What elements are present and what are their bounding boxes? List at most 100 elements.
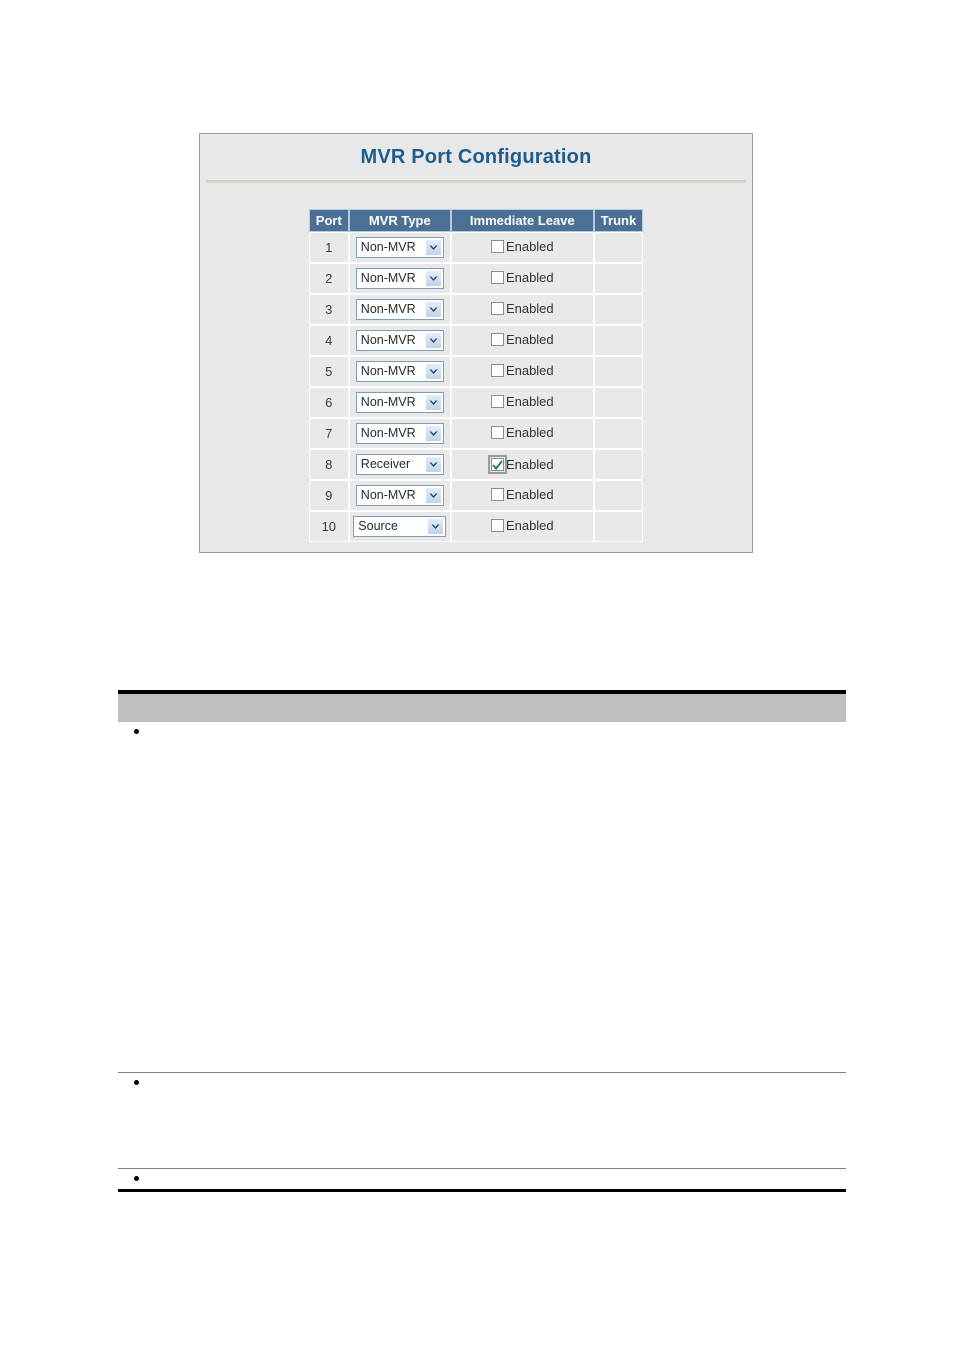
chevron-down-icon[interactable]: [424, 363, 442, 380]
mvr-type-select[interactable]: Source: [353, 516, 447, 537]
mvr-type-selected-value: Non-MVR: [360, 240, 416, 254]
immediate-leave-label: Enabled: [505, 424, 554, 440]
column-header-mvr-type: MVR Type: [348, 209, 451, 232]
trunk-cell: [593, 449, 644, 480]
checkbox-unchecked-icon[interactable]: [490, 271, 504, 285]
checkbox-unchecked-icon[interactable]: [490, 395, 504, 409]
immediate-leave-control[interactable]: Enabled: [490, 393, 554, 410]
mvr-type-selected-value: Non-MVR: [360, 488, 416, 502]
chevron-down-icon[interactable]: [424, 270, 442, 287]
list-item: [118, 722, 846, 742]
immediate-leave-cell: Enabled: [450, 263, 594, 294]
immediate-leave-cell: Enabled: [450, 449, 594, 480]
checkbox-unchecked-icon[interactable]: [490, 426, 504, 440]
panel-body: Port MVR Type Immediate Leave Trunk 1 Non…: [200, 183, 752, 542]
list-item: [118, 1073, 846, 1093]
table-row: 5 Non-MVR Enabled: [308, 356, 644, 387]
port-number-cell: 6: [308, 387, 349, 418]
bullet-icon: [134, 729, 139, 734]
mvr-type-selected-value: Source: [358, 519, 398, 533]
mvr-type-select[interactable]: Non-MVR: [355, 237, 444, 258]
mvr-type-selected-value: Non-MVR: [360, 333, 416, 347]
checkbox-unchecked-icon[interactable]: [490, 240, 504, 254]
chevron-down-icon[interactable]: [424, 394, 442, 411]
mvr-type-selected-value: Non-MVR: [360, 364, 416, 378]
immediate-leave-control[interactable]: Enabled: [487, 455, 554, 474]
mvr-type-select[interactable]: Non-MVR: [355, 361, 444, 382]
mvr-type-cell: Source: [348, 511, 451, 542]
column-header-immediate-leave: Immediate Leave: [450, 209, 594, 232]
immediate-leave-control[interactable]: Enabled: [490, 486, 554, 503]
chevron-down-icon[interactable]: [424, 301, 442, 318]
immediate-leave-label: Enabled: [505, 393, 554, 409]
table-row: 10 Source Enabled: [308, 511, 644, 542]
table-header-row: Port MVR Type Immediate Leave Trunk: [308, 209, 644, 232]
column-header-port: Port: [308, 209, 349, 232]
immediate-leave-label: Enabled: [505, 517, 554, 533]
immediate-leave-label: Enabled: [505, 456, 554, 472]
immediate-leave-control[interactable]: Enabled: [490, 517, 554, 534]
immediate-leave-label: Enabled: [505, 300, 554, 316]
mvr-type-selected-value: Non-MVR: [360, 271, 416, 285]
checkbox-unchecked-icon[interactable]: [490, 488, 504, 502]
mvr-type-cell: Receiver: [348, 449, 451, 480]
chevron-down-icon[interactable]: [424, 239, 442, 256]
mvr-type-select[interactable]: Non-MVR: [355, 268, 444, 289]
mvr-type-cell: Non-MVR: [348, 232, 451, 263]
immediate-leave-control[interactable]: Enabled: [490, 363, 554, 379]
mvr-port-configuration-table: Port MVR Type Immediate Leave Trunk 1 Non…: [308, 209, 644, 542]
checkbox-unchecked-icon[interactable]: [490, 519, 504, 533]
table-row: 1 Non-MVR Enabled: [308, 232, 644, 263]
trunk-cell: [593, 418, 644, 449]
mvr-type-cell: Non-MVR: [348, 263, 451, 294]
mvr-type-selected-value: Non-MVR: [360, 395, 416, 409]
immediate-leave-control[interactable]: Enabled: [490, 332, 554, 348]
chevron-down-icon[interactable]: [424, 425, 442, 442]
mvr-type-select[interactable]: Non-MVR: [355, 299, 444, 320]
port-number-cell: 1: [308, 232, 349, 263]
checkbox-unchecked-icon[interactable]: [490, 302, 504, 316]
immediate-leave-label: Enabled: [505, 269, 554, 285]
checkbox-unchecked-icon[interactable]: [490, 364, 504, 378]
port-number-cell: 7: [308, 418, 349, 449]
column-header-trunk: Trunk: [593, 209, 644, 232]
mvr-type-select[interactable]: Non-MVR: [355, 423, 444, 444]
mvr-type-cell: Non-MVR: [348, 356, 451, 387]
port-number-cell: 10: [308, 511, 349, 542]
document-body: [118, 690, 846, 1192]
immediate-leave-cell: Enabled: [450, 325, 594, 356]
chevron-down-icon[interactable]: [427, 518, 445, 535]
immediate-leave-control[interactable]: Enabled: [490, 424, 554, 441]
mvr-type-cell: Non-MVR: [348, 418, 451, 449]
table-row: 9 Non-MVR Enabled: [308, 480, 644, 511]
trunk-cell: [593, 387, 644, 418]
immediate-leave-control[interactable]: Enabled: [490, 300, 554, 317]
immediate-leave-control[interactable]: Enabled: [490, 238, 554, 255]
immediate-leave-cell: Enabled: [450, 480, 594, 511]
immediate-leave-label: Enabled: [505, 238, 554, 254]
list-item: [118, 1169, 846, 1189]
table-body: 1 Non-MVR Enabled 2 Non-MVR Enabled 3 Non-MVR En…: [308, 232, 644, 542]
table-row: 8 Receiver Enabled: [308, 449, 644, 480]
trunk-cell: [593, 232, 644, 263]
immediate-leave-label: Enabled: [505, 486, 554, 502]
immediate-leave-cell: Enabled: [450, 294, 594, 325]
blank-space: [118, 1093, 846, 1168]
mvr-type-selected-value: Receiver: [360, 457, 411, 471]
mvr-type-select[interactable]: Non-MVR: [355, 392, 444, 413]
mvr-type-select[interactable]: Non-MVR: [355, 485, 444, 506]
mvr-type-cell: Non-MVR: [348, 387, 451, 418]
chevron-down-icon[interactable]: [424, 332, 442, 349]
port-number-cell: 9: [308, 480, 349, 511]
immediate-leave-control[interactable]: Enabled: [490, 269, 554, 286]
immediate-leave-cell: Enabled: [450, 356, 594, 387]
table-row: 7 Non-MVR Enabled: [308, 418, 644, 449]
mvr-type-selected-value: Non-MVR: [360, 302, 416, 316]
trunk-cell: [593, 511, 644, 542]
mvr-type-select[interactable]: Non-MVR: [355, 330, 444, 351]
checkbox-checked-icon[interactable]: [487, 455, 507, 474]
mvr-type-select[interactable]: Receiver: [355, 454, 444, 475]
chevron-down-icon[interactable]: [424, 487, 442, 504]
checkbox-unchecked-icon[interactable]: [490, 333, 504, 347]
chevron-down-icon[interactable]: [424, 456, 442, 473]
